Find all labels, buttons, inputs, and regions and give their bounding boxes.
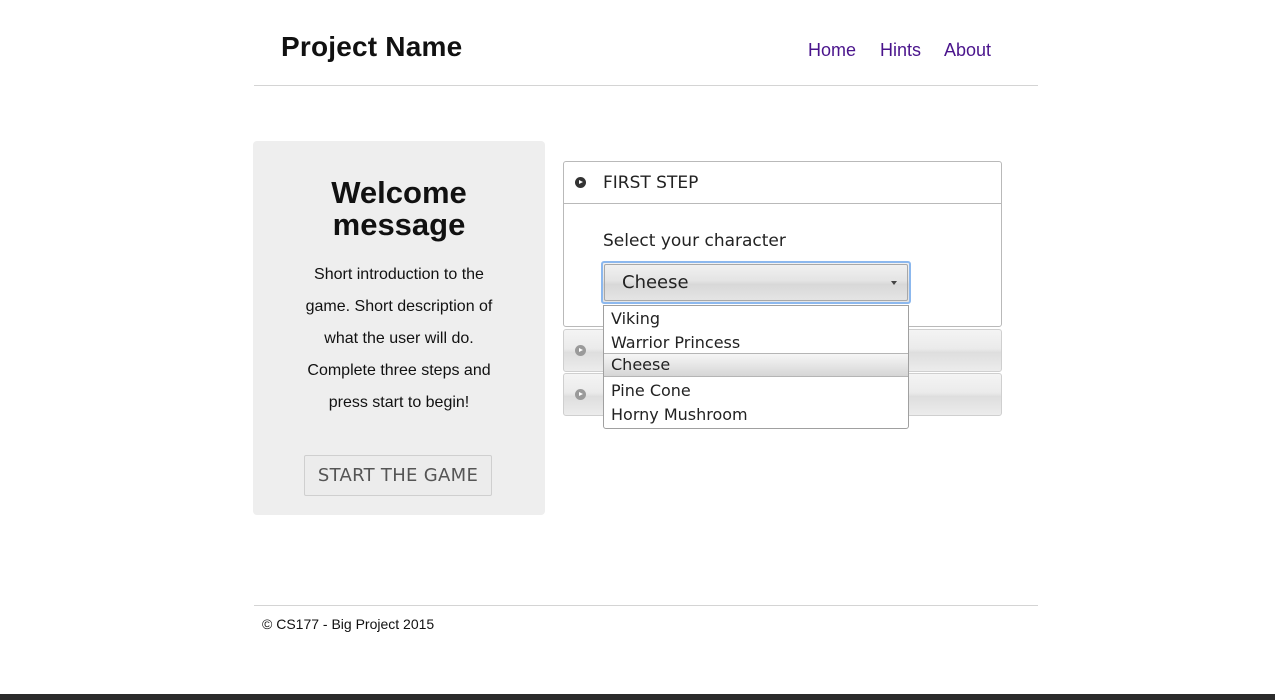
chevron-down-icon (891, 281, 897, 285)
intro-line: press start to begin! (328, 394, 470, 411)
expand-arrow-icon (575, 345, 586, 356)
expand-arrow-icon (575, 177, 586, 188)
character-dropdown-list: Viking Warrior Princess Cheese Pine Cone… (603, 305, 909, 429)
nav-about-link[interactable]: About (944, 40, 991, 61)
welcome-heading-line1: Welcome (331, 175, 467, 210)
header-divider (254, 85, 1038, 86)
intro-line: Short introduction to the (314, 266, 484, 283)
welcome-heading: Welcome message (253, 177, 545, 241)
option-warrior-princess[interactable]: Warrior Princess (604, 331, 908, 355)
character-select[interactable]: Cheese (601, 261, 911, 304)
nav-hints-link[interactable]: Hints (880, 40, 921, 61)
option-pine-cone[interactable]: Pine Cone (604, 379, 908, 403)
start-game-button[interactable]: START THE GAME (304, 455, 492, 496)
option-cheese[interactable]: Cheese (604, 353, 908, 377)
welcome-heading-line2: message (332, 207, 466, 242)
intro-line: Complete three steps and (307, 362, 491, 379)
intro-line: what the user will do. (324, 330, 474, 347)
footer-copyright: © CS177 - Big Project 2015 (262, 616, 435, 632)
step-title-first: FIRST STEP (603, 173, 699, 193)
expand-arrow-icon (575, 389, 586, 400)
step-header-first[interactable]: FIRST STEP (564, 162, 1001, 204)
intro-line: game. Short description of (305, 298, 493, 315)
option-viking[interactable]: Viking (604, 307, 908, 331)
welcome-intro: Short introduction to the game. Short de… (253, 259, 545, 419)
footer-divider (254, 605, 1038, 606)
nav-home-link[interactable]: Home (808, 40, 856, 61)
page: Project Name Home Hints About Welcome me… (0, 0, 1275, 694)
select-current-value: Cheese (622, 272, 689, 293)
select-character-label: Select your character (603, 231, 786, 251)
brand-title[interactable]: Project Name (281, 31, 462, 63)
option-horny-mushroom[interactable]: Horny Mushroom (604, 403, 908, 427)
window-bottom-edge (0, 694, 1275, 700)
